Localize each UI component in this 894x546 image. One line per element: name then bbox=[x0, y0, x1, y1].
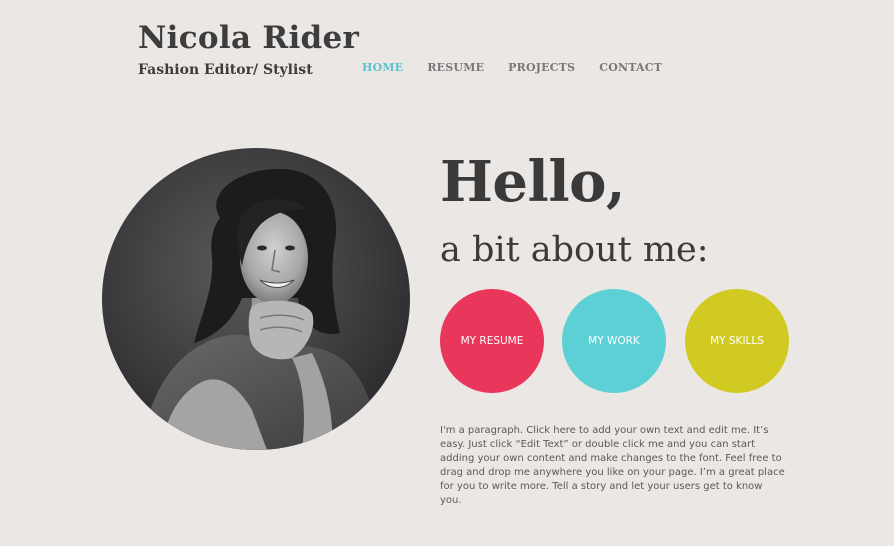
portrait-illustration bbox=[102, 148, 410, 450]
site-name: Nicola Rider bbox=[138, 20, 360, 56]
nav-item-resume[interactable]: RESUME bbox=[427, 61, 484, 75]
nav-item-projects[interactable]: PROJECTS bbox=[508, 61, 575, 75]
portrait-photo bbox=[102, 148, 410, 450]
my-resume-button[interactable]: MY RESUME bbox=[440, 289, 544, 393]
main-nav: HOME RESUME PROJECTS CONTACT bbox=[362, 61, 662, 75]
hero-subheading: a bit about me: bbox=[440, 230, 709, 270]
about-paragraph: I'm a paragraph. Click here to add your … bbox=[440, 425, 785, 506]
nav-item-contact[interactable]: CONTACT bbox=[599, 61, 662, 75]
my-skills-button[interactable]: MY SKILLS bbox=[685, 289, 789, 393]
site-tagline: Fashion Editor/ Stylist bbox=[138, 62, 313, 78]
hero-heading: Hello, bbox=[440, 149, 625, 215]
nav-item-home[interactable]: HOME bbox=[362, 61, 403, 75]
my-work-button[interactable]: MY WORK bbox=[562, 289, 666, 393]
